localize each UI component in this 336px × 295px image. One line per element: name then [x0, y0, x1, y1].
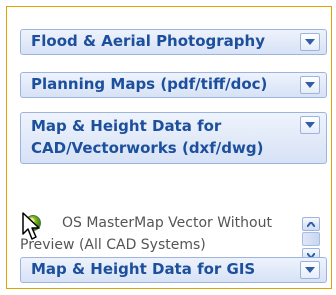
panel-toggle-button[interactable]	[300, 76, 320, 94]
chevron-down-icon	[305, 82, 315, 88]
option-label-line1[interactable]: OS MasterMap Vector Without	[62, 215, 272, 231]
panel-cad-vectorworks[interactable]: Map & Height Data for CAD/Vectorworks (d…	[20, 112, 327, 164]
panel-toggle-button[interactable]	[300, 33, 320, 51]
panel-title: Flood & Aerial Photography	[31, 32, 265, 50]
list-scrollbar[interactable]	[302, 217, 320, 262]
scroll-up-button[interactable]	[302, 217, 320, 231]
panel-title: Planning Maps (pdf/tiff/doc)	[31, 75, 268, 93]
scroll-thumb[interactable]	[302, 232, 320, 246]
panel-flood-aerial[interactable]: Flood & Aerial Photography	[20, 29, 327, 55]
panel-title: Map & Height Data for GIS	[31, 260, 256, 278]
panel-toggle-button[interactable]	[300, 261, 320, 279]
mouse-pointer-icon	[22, 212, 44, 246]
chevron-down-icon	[305, 39, 315, 45]
panel-gis[interactable]: Map & Height Data for GIS	[20, 257, 327, 283]
chevron-down-icon	[305, 122, 315, 128]
panel-title: Map & Height Data for CAD/Vectorworks (d…	[31, 117, 264, 157]
option-label-line2[interactable]: Preview (All CAD Systems)	[20, 237, 206, 253]
chevron-down-icon	[305, 267, 315, 273]
panel-toggle-button[interactable]	[300, 116, 320, 134]
panel-planning-maps[interactable]: Planning Maps (pdf/tiff/doc)	[20, 72, 327, 98]
chevron-up-icon	[307, 221, 315, 227]
cad-options-list: OS MasterMap Vector Without Preview (All…	[20, 187, 327, 262]
